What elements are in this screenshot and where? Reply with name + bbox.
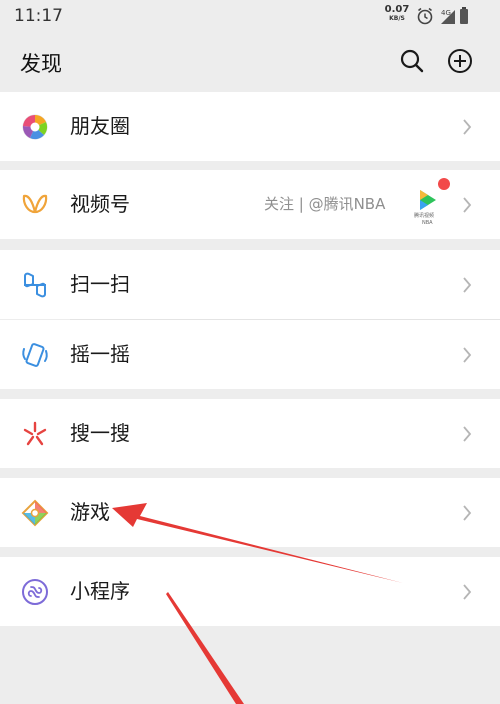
search-icon[interactable] bbox=[397, 46, 427, 76]
games-diamond-icon bbox=[21, 499, 49, 527]
menu-item-label: 小程序 bbox=[70, 579, 130, 603]
menu-item-label: 搜一搜 bbox=[70, 421, 130, 445]
mini-program-icon bbox=[22, 579, 48, 605]
channel-thumbnail: 腾讯视频 NBA bbox=[414, 190, 436, 226]
menu-item-scan[interactable]: 扫一扫 bbox=[0, 250, 500, 319]
signal-label: 4G bbox=[441, 9, 451, 17]
menu-item-shake[interactable]: 摇一摇 bbox=[0, 320, 500, 389]
status-bar: 11:17 0.07 KB/S 4G bbox=[0, 0, 500, 34]
scan-icon bbox=[24, 272, 46, 298]
network-speed-value: 0.07 bbox=[384, 4, 410, 15]
app-header: 发现 bbox=[0, 34, 500, 88]
alarm-clock-icon bbox=[417, 7, 433, 25]
menu-item-mini-programs[interactable]: 小程序 bbox=[0, 557, 500, 626]
menu-item-label: 扫一扫 bbox=[70, 272, 130, 296]
channels-subtext: 关注 | @腾讯NBA bbox=[264, 195, 386, 213]
chevron-right-icon bbox=[463, 584, 472, 600]
signal-icon: 4G bbox=[441, 9, 455, 24]
notification-dot bbox=[438, 178, 450, 190]
moments-aperture-icon bbox=[22, 114, 48, 140]
menu-item-moments[interactable]: 朋友圈 bbox=[0, 92, 500, 161]
search-star-icon bbox=[23, 421, 47, 446]
chevron-right-icon bbox=[463, 347, 472, 363]
channels-butterfly-icon bbox=[22, 194, 48, 214]
battery-icon bbox=[460, 7, 468, 24]
menu-item-games[interactable]: 游戏 bbox=[0, 478, 500, 547]
chevron-right-icon bbox=[463, 426, 472, 442]
menu-item-search[interactable]: 搜一搜 bbox=[0, 399, 500, 468]
thumbnail-subtext: NBA bbox=[422, 220, 433, 226]
menu-item-label: 朋友圈 bbox=[70, 114, 130, 138]
chevron-right-icon bbox=[463, 505, 472, 521]
page-title: 发现 bbox=[20, 52, 62, 76]
chevron-right-icon bbox=[463, 197, 472, 213]
chevron-right-icon bbox=[463, 119, 472, 135]
thumbnail-text: 腾讯视频 bbox=[414, 212, 434, 219]
menu-item-label: 视频号 bbox=[70, 192, 130, 216]
add-circle-icon[interactable] bbox=[445, 46, 475, 76]
network-speed-unit: KB/S bbox=[389, 15, 405, 22]
status-time: 11:17 bbox=[14, 6, 63, 26]
menu-item-channels[interactable]: 视频号 关注 | @腾讯NBA 腾讯视频 NBA bbox=[0, 170, 500, 239]
chevron-right-icon bbox=[463, 277, 472, 293]
menu-item-label: 摇一摇 bbox=[70, 342, 130, 366]
network-speed: 0.07 KB/S bbox=[384, 5, 410, 23]
menu-item-label: 游戏 bbox=[70, 500, 110, 524]
shake-phone-icon bbox=[22, 343, 48, 367]
